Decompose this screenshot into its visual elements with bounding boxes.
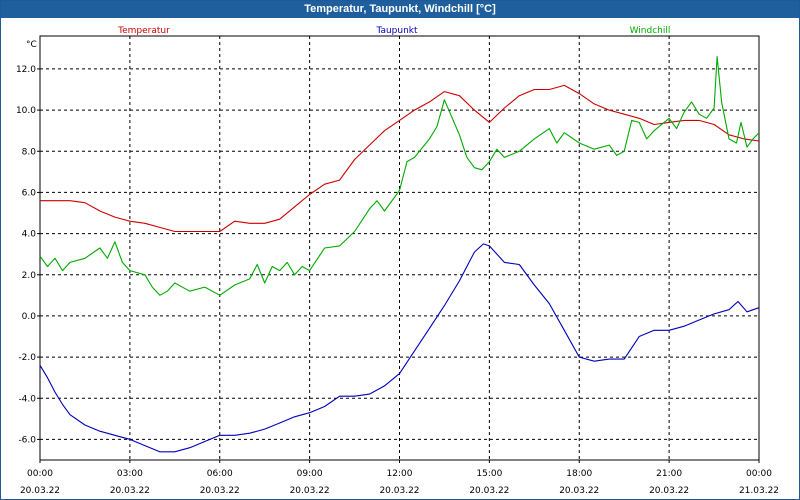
- x-tick-date-label: 20.03.22: [649, 486, 689, 496]
- x-tick-date-label: 20.03.22: [469, 486, 509, 496]
- y-tick-label: 8.0: [22, 147, 37, 157]
- y-tick-label: 2.0: [22, 271, 37, 281]
- y-tick-label: 6.0: [22, 188, 37, 198]
- y-tick-label: 10.0: [16, 106, 36, 116]
- x-tick-time-label: 06:00: [207, 469, 233, 479]
- x-tick-date-label: 20.03.22: [290, 486, 330, 496]
- y-tick-label: -4.0: [18, 394, 36, 404]
- x-tick-date-label: 20.03.22: [379, 486, 419, 496]
- line-chart: -6.0 -4.0 -2.0 0.0 2.0 4.0 6.0 8.0 10.0 12.0 00:00…: [16, 26, 779, 496]
- x-tick-time-label: 12:00: [387, 469, 413, 479]
- x-tick-date-label: 20.03.22: [110, 486, 150, 496]
- x-tick-date-label: 20.03.22: [200, 486, 240, 496]
- x-tick-time-label: 09:00: [297, 469, 323, 479]
- legend-windchill: Windchill: [630, 26, 671, 36]
- x-tick-time-label: 18:00: [566, 469, 592, 479]
- legend-temperatur: Temperatur: [117, 26, 170, 36]
- x-tick-time-label: 15:00: [476, 469, 502, 479]
- y-tick-label: 4.0: [22, 230, 37, 240]
- y-tick-label: -2.0: [18, 353, 36, 363]
- tick-labels: -6.0 -4.0 -2.0 0.0 2.0 4.0 6.0 8.0 10.0 12.0 00:00…: [16, 40, 779, 496]
- legend-taupunkt: Taupunkt: [375, 26, 418, 36]
- x-tick-date-label: 20.03.22: [20, 486, 60, 496]
- y-tick-label: -6.0: [18, 435, 36, 445]
- y-tick-label: 12.0: [16, 65, 36, 75]
- y-tick-label: 0.0: [22, 312, 37, 322]
- x-tick-date-label: 20.03.22: [559, 486, 599, 496]
- x-tick-time-label: 00:00: [746, 469, 772, 479]
- legend: Temperatur Taupunkt Windchill: [117, 26, 670, 36]
- x-tick-date-label: 21.03.22: [739, 486, 779, 496]
- axes: [37, 35, 760, 463]
- x-tick-time-label: 00:00: [27, 469, 53, 479]
- x-tick-time-label: 21:00: [656, 469, 682, 479]
- y-axis-unit-label: °C: [26, 40, 37, 50]
- x-tick-time-label: 03:00: [117, 469, 143, 479]
- grid-lines: [39, 36, 760, 460]
